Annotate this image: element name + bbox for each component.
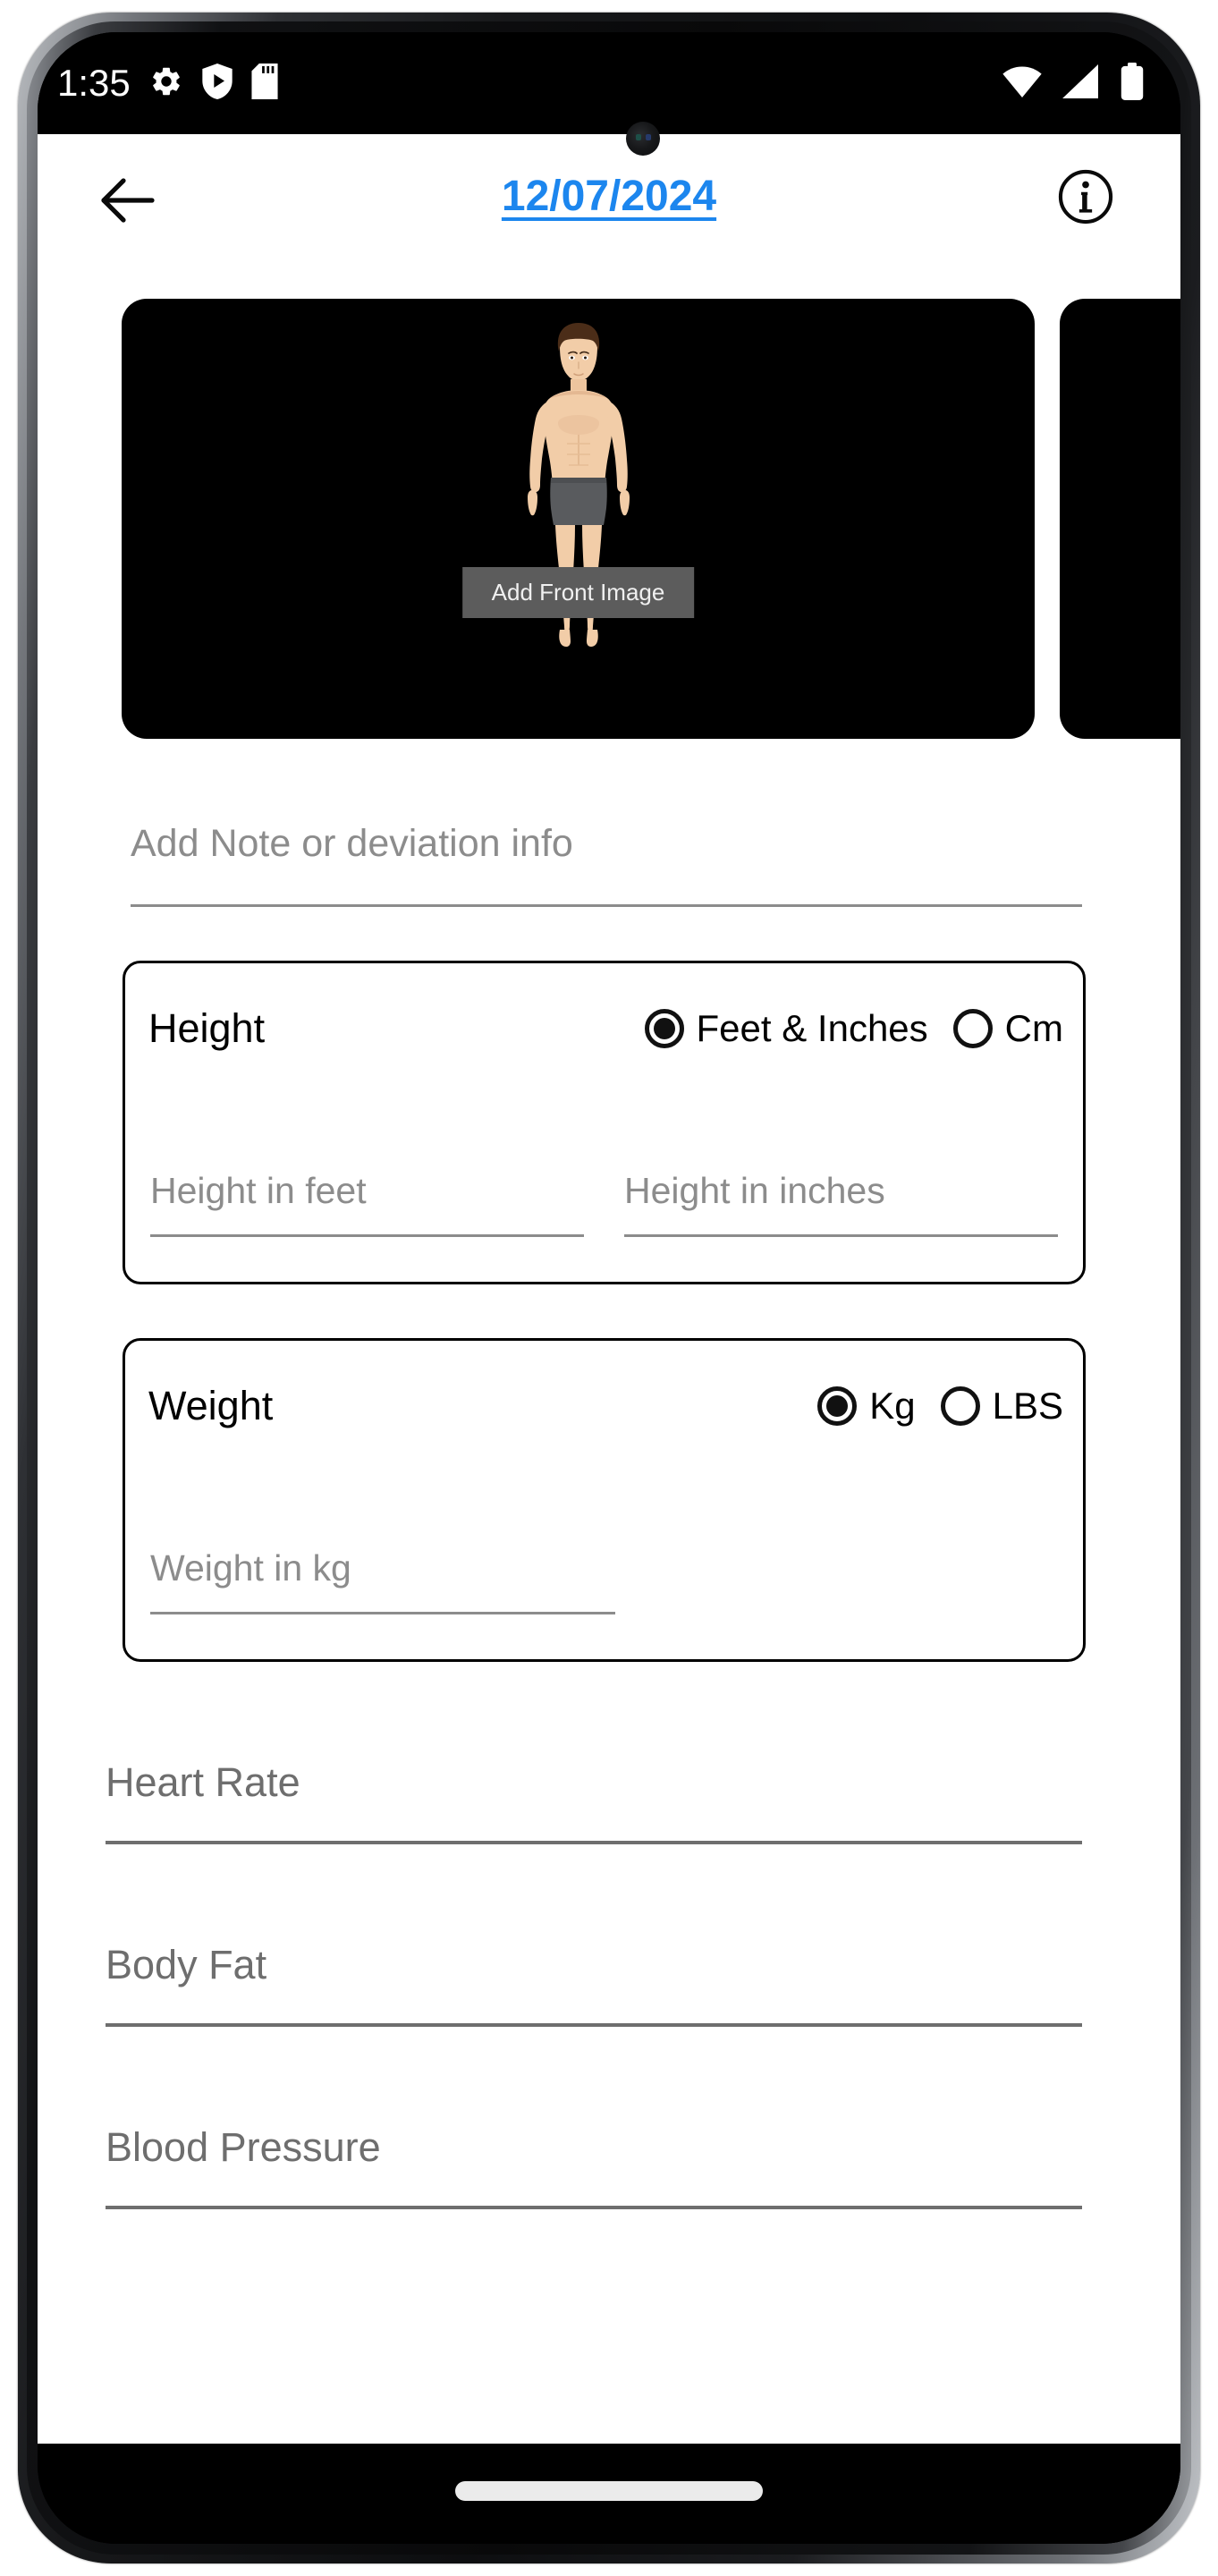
radio-feet-inches-indicator[interactable] [644,1008,684,1048]
phone-frame: 1:35 12/07/2024 Add Front Image Add Note… [0,0,1218,2576]
battery-icon [1120,62,1145,105]
weight-unit-radio-group: Kg LBS [817,1384,1063,1427]
gear-icon [149,64,183,103]
weight-card: Weight Kg LBS Weight in kg [123,1338,1086,1662]
radio-cm[interactable]: Cm [952,1006,1063,1049]
blood-pressure-placeholder: Blood Pressure [106,2124,381,2170]
heart-rate-underline [106,1841,1082,1844]
system-navigation-bar [38,2444,1180,2544]
radio-lbs-label: LBS [992,1384,1063,1427]
status-bar-clock: 1:35 [57,62,131,104]
radio-kg[interactable]: Kg [817,1384,916,1427]
front-camera-punch-hole [626,122,660,156]
blood-pressure-underline [106,2206,1082,2209]
height-inputs: Height in feet Height in inches [150,1173,1058,1237]
add-front-image-label[interactable]: Add Front Image [461,567,695,618]
heart-rate-field[interactable]: Heart Rate [106,1762,1082,1844]
cell-signal-icon [1062,64,1100,103]
radio-feet-inches-label: Feet & Inches [696,1006,928,1049]
body-fat-underline [106,2023,1082,2027]
height-label: Height [148,1005,266,1051]
info-circle-icon [1056,167,1115,231]
status-bar: 1:35 [38,32,1180,134]
home-indicator[interactable] [455,2481,763,2501]
wifi-icon [1002,64,1043,103]
height-card-header: Height Feet & Inches Cm [148,1008,1063,1048]
radio-lbs-indicator[interactable] [940,1385,980,1426]
height-feet-underline [150,1234,584,1237]
weight-kg-underline [150,1612,615,1614]
status-bar-left: 1:35 [57,32,278,134]
weight-card-header: Weight Kg LBS [148,1385,1063,1426]
back-image-card[interactable] [1060,299,1180,739]
info-button[interactable] [1053,166,1118,231]
height-inches-placeholder: Height in inches [624,1170,885,1211]
device-screen: 1:35 12/07/2024 Add Front Image Add Note… [38,32,1180,2544]
radio-kg-indicator[interactable] [817,1385,858,1426]
camera-glint-right [646,134,651,140]
note-field[interactable]: Add Note or deviation info [131,825,1082,907]
height-card: Height Feet & Inches Cm Height in feet H… [123,961,1086,1284]
height-unit-radio-group: Feet & Inches Cm [644,1006,1063,1049]
height-inches-input[interactable]: Height in inches [624,1173,1058,1237]
app-content: 12/07/2024 Add Front Image Add Note or d… [38,134,1180,2444]
height-inches-underline [624,1234,1058,1237]
radio-feet-inches[interactable]: Feet & Inches [644,1006,928,1049]
image-carousel[interactable]: Add Front Image [38,299,1180,739]
blood-pressure-field[interactable]: Blood Pressure [106,2127,1082,2209]
body-fat-field[interactable]: Body Fat [106,1945,1082,2027]
radio-kg-label: Kg [869,1384,916,1427]
radio-lbs[interactable]: LBS [940,1384,1063,1427]
radio-cm-label: Cm [1004,1006,1063,1049]
weight-label: Weight [148,1383,274,1428]
note-underline [131,904,1082,907]
radio-cm-indicator[interactable] [952,1008,993,1048]
phone-frame-inner: 1:35 12/07/2024 Add Front Image Add Note… [38,32,1180,2544]
body-figure-illustration [495,318,662,724]
weight-kg-input[interactable]: Weight in kg [150,1550,615,1614]
note-placeholder: Add Note or deviation info [131,822,573,865]
height-feet-placeholder: Height in feet [150,1170,367,1211]
shield-play-icon [202,63,233,104]
page-title-date[interactable]: 12/07/2024 [38,172,1180,221]
front-image-card[interactable]: Add Front Image [122,299,1035,739]
body-fat-placeholder: Body Fat [106,1942,267,1987]
heart-rate-placeholder: Heart Rate [106,1759,300,1805]
app-header: 12/07/2024 [38,134,1180,268]
height-feet-input[interactable]: Height in feet [150,1173,584,1237]
weight-inputs: Weight in kg [150,1550,1058,1614]
camera-glint-left [636,134,641,140]
status-bar-right [1002,32,1145,134]
weight-kg-placeholder: Weight in kg [150,1547,351,1589]
sd-card-icon [251,63,278,104]
